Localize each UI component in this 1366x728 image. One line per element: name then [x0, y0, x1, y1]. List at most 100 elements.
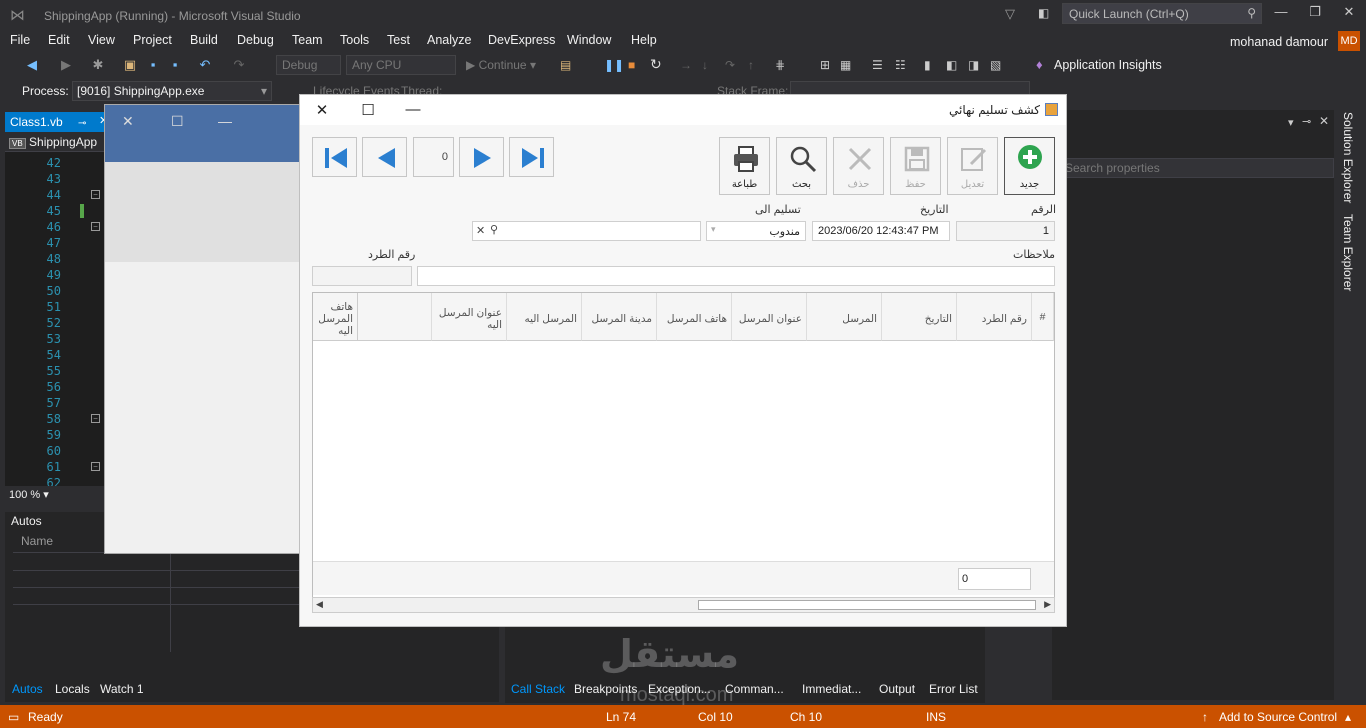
uncomment-icon[interactable]: ☷: [895, 58, 906, 72]
menu-help[interactable]: Help: [631, 33, 657, 47]
scroll-left-icon[interactable]: ◀: [316, 599, 323, 610]
grid-header-sender-city[interactable]: مدينة المرسل: [582, 293, 657, 341]
step-out-icon[interactable]: ↑: [748, 58, 754, 72]
editor-tab-class1[interactable]: Class1.vb ⊸: [5, 112, 105, 132]
menu-project[interactable]: Project: [133, 33, 172, 47]
grid-header-index[interactable]: #: [1032, 293, 1054, 341]
code-editor[interactable]: VB ShippingApp 42 43 44 45 46 47 48 49 5…: [5, 132, 105, 490]
stop-icon[interactable]: ■: [628, 58, 635, 72]
name-column-header[interactable]: Name: [21, 534, 53, 548]
collapse-icon[interactable]: −: [91, 414, 100, 423]
prev-bookmark-icon[interactable]: ◧: [946, 58, 957, 72]
last-record-button[interactable]: [509, 137, 554, 177]
menu-build[interactable]: Build: [190, 33, 218, 47]
pause-icon[interactable]: ❚❚: [604, 58, 624, 72]
save-icon[interactable]: ▪: [145, 57, 161, 73]
scroll-right-icon[interactable]: ▶: [1044, 599, 1051, 610]
close-icon[interactable]: ✕: [122, 113, 134, 130]
clear-icon[interactable]: ✕: [476, 224, 485, 237]
deliver-to-select[interactable]: ▾ مندوب: [706, 221, 806, 241]
undo-icon[interactable]: ↶: [197, 57, 213, 73]
back-icon[interactable]: ◀: [24, 57, 40, 73]
step-into-icon[interactable]: ↓: [702, 58, 708, 72]
tiles-icon[interactable]: ▦: [840, 58, 851, 72]
menu-edit[interactable]: Edit: [48, 33, 70, 47]
menu-devexpress[interactable]: DevExpress: [488, 33, 555, 47]
tab-error-list[interactable]: Error List: [929, 682, 978, 696]
collapse-icon[interactable]: −: [91, 462, 100, 471]
minimize-icon[interactable]: —: [218, 113, 232, 129]
show-next-statement-icon[interactable]: →: [680, 58, 692, 72]
grid-header-package-number[interactable]: رقم الطرد: [957, 293, 1032, 341]
menu-view[interactable]: View: [88, 33, 115, 47]
quick-launch-input[interactable]: Quick Launch (Ctrl+Q) ⚲: [1062, 3, 1262, 24]
notes-field[interactable]: [417, 266, 1055, 286]
process-select[interactable]: [9016] ShippingApp.exe ▾: [72, 81, 272, 101]
application-insights-button[interactable]: Application Insights: [1054, 58, 1162, 72]
step-over-icon[interactable]: ↷: [725, 58, 735, 72]
next-record-button[interactable]: [459, 137, 504, 177]
print-button[interactable]: طباعة: [719, 137, 770, 195]
user-avatar[interactable]: MD: [1338, 31, 1360, 51]
menu-file[interactable]: File: [10, 33, 30, 47]
pin-icon[interactable]: ⊸: [1302, 115, 1311, 128]
team-explorer-tab[interactable]: Team Explorer: [1341, 214, 1355, 291]
tab-command-window[interactable]: Comman...: [725, 682, 784, 696]
menu-debug[interactable]: Debug: [237, 33, 274, 47]
grid-header-sender-phone[interactable]: هاتف المرسل: [657, 293, 732, 341]
feedback-icon[interactable]: ◧: [1038, 6, 1049, 20]
dropdown-icon[interactable]: ▾: [1288, 116, 1294, 129]
hex-display-icon[interactable]: ⋕: [775, 58, 785, 72]
menu-window[interactable]: Window: [567, 33, 611, 47]
grid-header-sender[interactable]: المرسل: [807, 293, 882, 341]
bookmark-icon[interactable]: ▮: [924, 58, 931, 72]
menu-tools[interactable]: Tools: [340, 33, 369, 47]
first-record-button[interactable]: [312, 137, 357, 177]
minimize-button[interactable]: —: [1266, 4, 1296, 24]
tab-locals[interactable]: Locals: [55, 682, 90, 696]
project-dropdown[interactable]: VB ShippingApp: [5, 132, 105, 152]
package-number-field[interactable]: [312, 266, 412, 286]
clear-bookmarks-icon[interactable]: ▧: [990, 58, 1001, 72]
close-panel-icon[interactable]: ✕: [1319, 114, 1329, 128]
tab-watch1[interactable]: Watch 1: [100, 682, 144, 696]
maximize-icon[interactable]: ☐: [171, 113, 184, 130]
scrollbar-thumb[interactable]: [698, 600, 1036, 610]
tab-output[interactable]: Output: [879, 682, 915, 696]
search-icon[interactable]: ⚲: [490, 223, 498, 236]
packages-grid[interactable]: # رقم الطرد التاريخ المرسل عنوان المرسل …: [312, 292, 1055, 604]
new-project-icon[interactable]: ✱: [90, 57, 106, 73]
secondary-form-window[interactable]: ✕ ☐ —: [104, 104, 305, 554]
process-icon[interactable]: ▤: [560, 58, 571, 72]
solution-explorer-tab[interactable]: Solution Explorer: [1341, 112, 1355, 203]
new-button[interactable]: جديد: [1004, 137, 1055, 195]
tab-call-stack[interactable]: Call Stack: [511, 682, 565, 696]
menu-test[interactable]: Test: [387, 33, 410, 47]
layout-icon[interactable]: ⊞: [820, 58, 830, 72]
dialog-close-button[interactable]: ✕: [310, 101, 334, 119]
redo-icon[interactable]: ↷: [231, 57, 247, 73]
delivery-statement-dialog[interactable]: ✕ ☐ — كشف تسليم نهائي 0 طباعة بحث حذف حف…: [299, 94, 1067, 627]
add-to-source-control-button[interactable]: Add to Source Control: [1219, 710, 1337, 724]
open-file-icon[interactable]: ▣: [122, 57, 138, 73]
save-button[interactable]: حفظ: [890, 137, 941, 195]
date-field[interactable]: 2023/06/20 12:43:47 PM: [812, 221, 950, 241]
continue-button[interactable]: ▶ Continue ▾: [466, 58, 536, 72]
platform-select[interactable]: Any CPU: [346, 55, 456, 75]
package-search-input[interactable]: ✕ ⚲: [472, 221, 701, 241]
grid-header-date[interactable]: التاريخ: [882, 293, 957, 341]
grid-horizontal-scrollbar[interactable]: ◀ ▶: [312, 597, 1055, 613]
forward-icon[interactable]: ▶: [58, 57, 74, 73]
dialog-maximize-button[interactable]: ☐: [356, 101, 380, 119]
previous-record-button[interactable]: [362, 137, 407, 177]
maximize-button[interactable]: ❐: [1300, 4, 1330, 24]
edit-button[interactable]: تعديل: [947, 137, 998, 195]
menu-team[interactable]: Team: [292, 33, 323, 47]
collapse-icon[interactable]: −: [91, 190, 100, 199]
grid-total-field[interactable]: 0: [958, 568, 1031, 590]
next-bookmark-icon[interactable]: ◨: [968, 58, 979, 72]
number-field[interactable]: 1: [956, 221, 1055, 241]
comment-icon[interactable]: ☰: [872, 58, 883, 72]
grid-header-recipient-phone[interactable]: هاتف المرسل اليه: [313, 293, 358, 341]
restart-icon[interactable]: ↻: [650, 56, 662, 73]
